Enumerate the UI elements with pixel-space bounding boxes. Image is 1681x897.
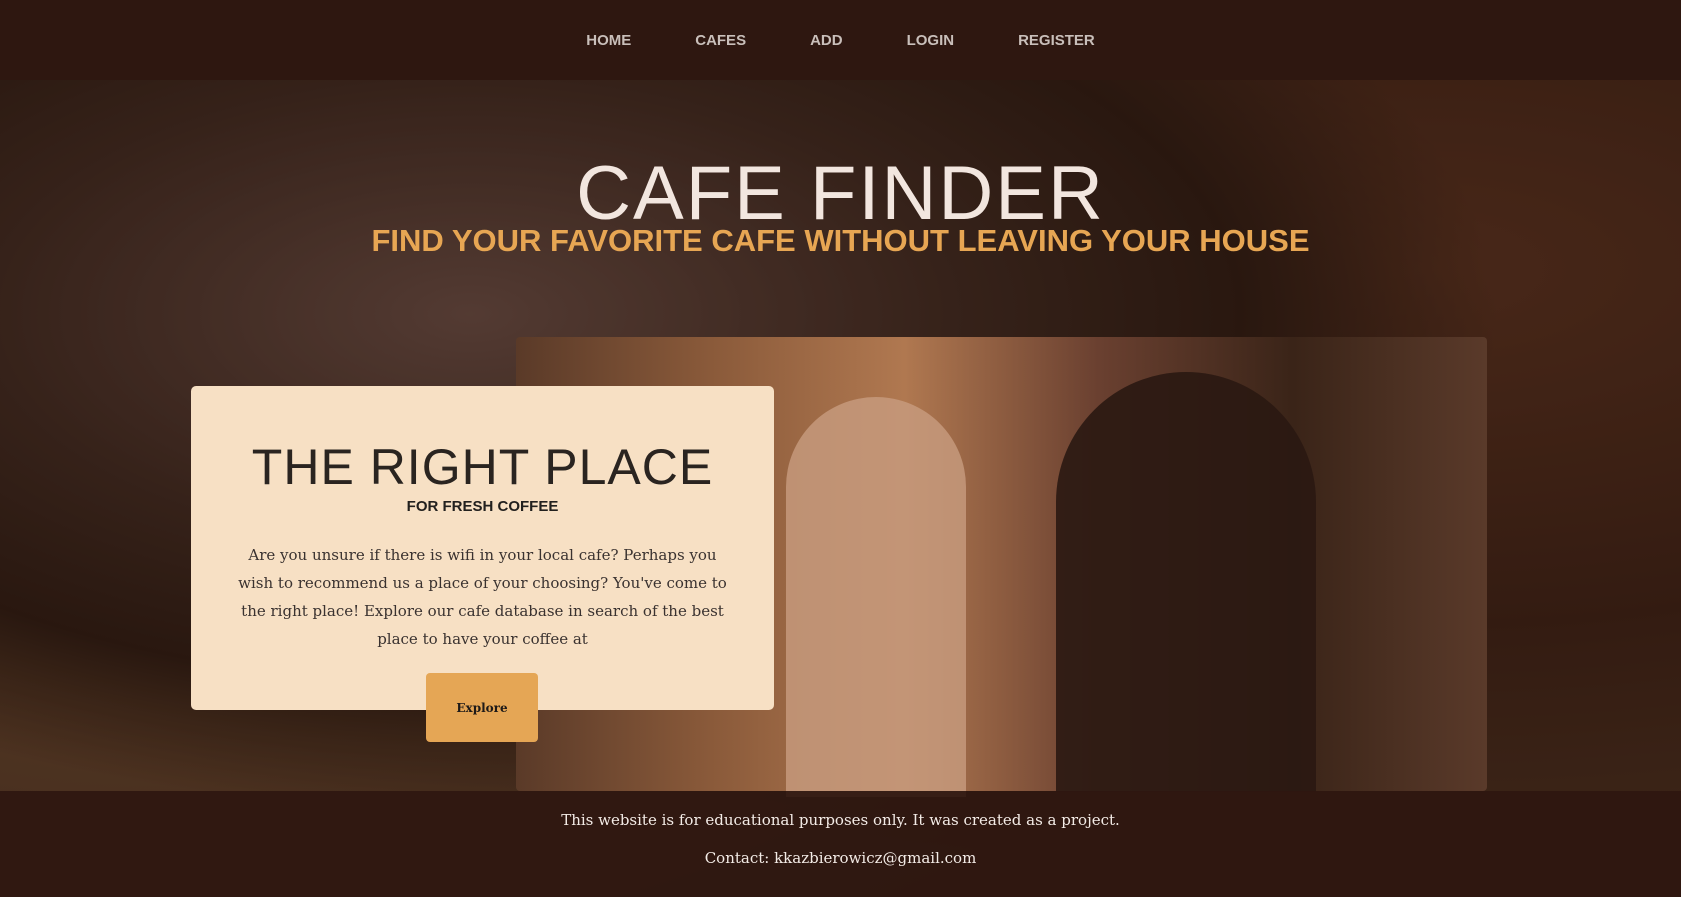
card-subtitle: FOR FRESH COFFEE: [406, 498, 559, 515]
nav-add[interactable]: ADD: [810, 32, 843, 49]
main-nav: HOME CAFES ADD LOGIN REGISTER: [0, 0, 1681, 80]
card-body: Are you unsure if there is wifi in your …: [238, 546, 727, 648]
explore-button[interactable]: Explore: [426, 673, 538, 742]
intro-card: THE RIGHT PLACE FOR FRESH COFFEE Are you…: [191, 386, 774, 710]
nav-cafes[interactable]: CAFES: [695, 32, 746, 49]
footer-contact: Contact: kkazbierowicz@gmail.com: [704, 849, 977, 867]
footer-disclaimer: This website is for educational purposes…: [561, 811, 1120, 829]
nav-login[interactable]: LOGIN: [907, 32, 955, 49]
hero-subtitle: FIND YOUR FAVORITE CAFE WITHOUT LEAVING …: [371, 223, 1310, 258]
footer: This website is for educational purposes…: [0, 791, 1681, 897]
card-title: THE RIGHT PLACE: [251, 439, 714, 495]
nav-home[interactable]: HOME: [586, 32, 631, 49]
nav-register[interactable]: REGISTER: [1018, 32, 1095, 49]
